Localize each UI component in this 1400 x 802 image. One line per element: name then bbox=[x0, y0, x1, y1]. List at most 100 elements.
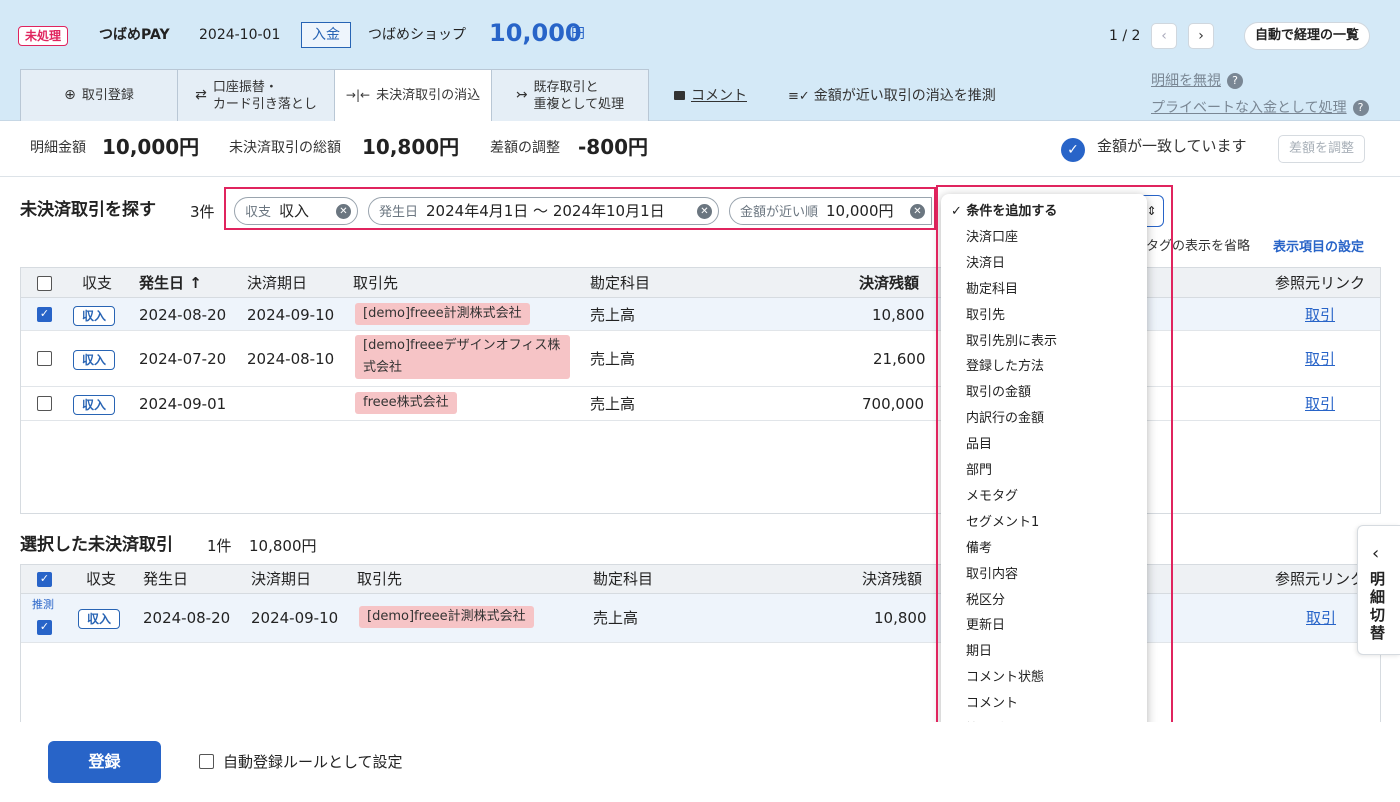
row-account: 売上高 bbox=[590, 306, 636, 324]
row-account: 売上高 bbox=[590, 395, 636, 413]
table-header: 収支 発生日 ↑ 決済期日 取引先 勘定科目 決済残額 参照元リンク bbox=[21, 268, 1380, 298]
row-due: 2024-09-10 bbox=[247, 306, 335, 324]
statement-date: 2024-10-01 bbox=[199, 27, 281, 43]
help-icon: ? bbox=[1227, 73, 1243, 89]
row-checkbox[interactable] bbox=[37, 351, 52, 366]
total-label: 未決済取引の総額 bbox=[229, 140, 341, 156]
row-amount: 10,800 bbox=[874, 609, 927, 627]
col-amount: 決済残額 bbox=[859, 274, 920, 292]
row-checkbox[interactable] bbox=[37, 396, 52, 411]
table-header: ✓ 収支 発生日 決済期日 取引先 勘定科目 決済残額 参照元リンク bbox=[21, 565, 1380, 594]
partner-tag: [demo]freee計測株式会社 bbox=[355, 303, 530, 325]
tab-register[interactable]: ⊕ 取引登録 bbox=[20, 69, 178, 121]
row-checkbox[interactable]: ✓ bbox=[37, 620, 52, 635]
tab-transfer[interactable]: ⇄ 口座振替・ カード引き落とし bbox=[177, 69, 335, 121]
type-badge: 収入 bbox=[73, 395, 116, 415]
col-account: 勘定科目 bbox=[590, 274, 651, 292]
display-settings-link[interactable]: 表示項目の設定 bbox=[1273, 238, 1364, 258]
dropdown-highlight bbox=[936, 185, 1173, 800]
col-due: 決済期日 bbox=[247, 274, 308, 292]
row-date: 2024-08-20 bbox=[143, 609, 231, 627]
type-badge: 収入 bbox=[73, 306, 116, 326]
col-date[interactable]: 発生日 ↑ bbox=[139, 273, 202, 293]
select-all-checkbox[interactable]: ✓ bbox=[37, 572, 52, 587]
col-link: 参照元リンク bbox=[1275, 274, 1366, 292]
next-button[interactable]: › bbox=[1188, 23, 1214, 49]
diff-label: 差額の調整 bbox=[490, 140, 560, 156]
chevron-left-icon: ‹ bbox=[1372, 543, 1380, 564]
register-button[interactable]: 登録 bbox=[48, 741, 161, 783]
table-row[interactable]: 推測 ✓ 収入 2024-08-20 2024-09-10 [demo]free… bbox=[21, 594, 1380, 643]
col-partner: 取引先 bbox=[357, 570, 403, 588]
list-check-icon: ≡✓ bbox=[788, 89, 810, 104]
row-date: 2024-08-20 bbox=[139, 306, 227, 324]
row-account: 売上高 bbox=[593, 609, 639, 627]
row-date: 2024-09-01 bbox=[139, 395, 227, 413]
search-title: 未決済取引を探す bbox=[20, 200, 156, 220]
row-account: 売上高 bbox=[590, 350, 636, 368]
table-row[interactable]: 収入 2024-09-01 freee株式会社 売上高 700,000 取引 bbox=[21, 387, 1380, 421]
plus-circle-icon: ⊕ bbox=[64, 87, 76, 103]
col-type: 収支 bbox=[86, 570, 117, 588]
status-badge: 未処理 bbox=[18, 26, 69, 46]
col-date: 発生日 bbox=[143, 570, 189, 588]
detail-switch-tab[interactable]: ‹ 明細切替 bbox=[1357, 525, 1400, 655]
col-partner: 取引先 bbox=[353, 274, 399, 292]
select-all-checkbox[interactable] bbox=[37, 276, 52, 291]
row-due: 2024-09-10 bbox=[251, 609, 339, 627]
adjust-diff-button[interactable]: 差額を調整 bbox=[1278, 135, 1366, 163]
tab-label: 未決済取引の消込 bbox=[376, 88, 481, 103]
auto-rule-label[interactable]: 自動登録ルールとして設定 bbox=[223, 752, 403, 772]
row-amount: 21,600 bbox=[873, 350, 926, 368]
tab-reconcile[interactable]: →|← 未決済取引の消込 bbox=[334, 69, 492, 121]
side-tab-label: 明細切替 bbox=[1370, 570, 1386, 642]
comment-icon bbox=[674, 91, 685, 100]
prev-button[interactable]: ‹ bbox=[1151, 23, 1177, 49]
col-link: 参照元リンク bbox=[1275, 570, 1366, 588]
clear-icon[interactable]: ✕ bbox=[336, 204, 351, 219]
partner-tag: [demo]freee計測株式会社 bbox=[359, 606, 534, 628]
table-row[interactable]: 収入 2024-07-20 2024-08-10 [demo]freeeデザイン… bbox=[21, 331, 1380, 387]
selected-count: 1件 bbox=[207, 537, 232, 555]
guess-link[interactable]: ≡✓ 金額が近い取引の消込を推測 bbox=[788, 86, 996, 107]
auto-rule-checkbox[interactable] bbox=[199, 754, 214, 769]
comment-link[interactable]: コメント bbox=[674, 86, 747, 106]
row-link[interactable]: 取引 bbox=[1305, 394, 1335, 414]
partner-tag: [demo]freeeデザインオフィス株 式会社 bbox=[355, 335, 570, 379]
chevron-left-icon: ‹ bbox=[1161, 28, 1167, 44]
transfer-icon: ⇄ bbox=[195, 87, 207, 103]
clear-icon[interactable]: ✕ bbox=[910, 204, 925, 219]
clear-icon[interactable]: ✕ bbox=[697, 204, 712, 219]
help-icon: ? bbox=[1352, 100, 1369, 116]
match-text: 金額が一致しています bbox=[1097, 137, 1247, 155]
row-amount: 700,000 bbox=[862, 395, 925, 413]
detail-amount-value: 10,000円 bbox=[102, 135, 200, 159]
row-checkbox[interactable]: ✓ bbox=[37, 307, 52, 322]
filter-chip-date[interactable]: 発生日 2024年4月1日 〜 2024年10月1日 ✕ bbox=[368, 197, 719, 225]
row-date: 2024-07-20 bbox=[139, 350, 227, 368]
amount-summary: 明細金額 10,000円 未決済取引の総額 10,800円 差額の調整 -800… bbox=[0, 121, 1400, 177]
private-link[interactable]: プライベートな入金として処理? bbox=[1151, 98, 1369, 118]
shop-name: つばめショップ bbox=[368, 27, 466, 43]
tab-label: 既存取引と 重複として処理 bbox=[533, 79, 625, 112]
sort-arrow-icon: ↑ bbox=[189, 274, 202, 292]
col-amount: 決済残額 bbox=[862, 570, 923, 588]
row-link[interactable]: 取引 bbox=[1306, 608, 1336, 628]
tab-duplicate[interactable]: ↣ 既存取引と 重複として処理 bbox=[491, 69, 649, 121]
row-due: 2024-08-10 bbox=[247, 350, 335, 368]
table-row[interactable]: ✓ 収入 2024-08-20 2024-09-10 [demo]freee計測… bbox=[21, 298, 1380, 331]
ignore-link[interactable]: 明細を無視? bbox=[1151, 71, 1243, 91]
total-value: 10,800円 bbox=[362, 135, 460, 159]
pager-text: 1 / 2 bbox=[1109, 28, 1141, 44]
row-link[interactable]: 取引 bbox=[1305, 305, 1335, 325]
chevron-right-icon: › bbox=[1198, 28, 1204, 44]
filter-chip-amount[interactable]: 金額が近い順 10,000円 ✕ bbox=[729, 197, 932, 225]
partner-tag: freee株式会社 bbox=[355, 392, 457, 414]
guess-label: 推測 bbox=[32, 598, 54, 611]
amount-unit: 円 bbox=[571, 26, 585, 42]
filter-chip-type[interactable]: 収支 収入 ✕ bbox=[234, 197, 358, 225]
auto-list-button[interactable]: 自動で経理の一覧 bbox=[1244, 22, 1371, 50]
reconcile-icon: →|← bbox=[345, 88, 371, 102]
selected-table: ✓ 収支 発生日 決済期日 取引先 勘定科目 決済残額 参照元リンク 推測 ✓ … bbox=[20, 564, 1381, 734]
row-link[interactable]: 取引 bbox=[1305, 349, 1335, 369]
